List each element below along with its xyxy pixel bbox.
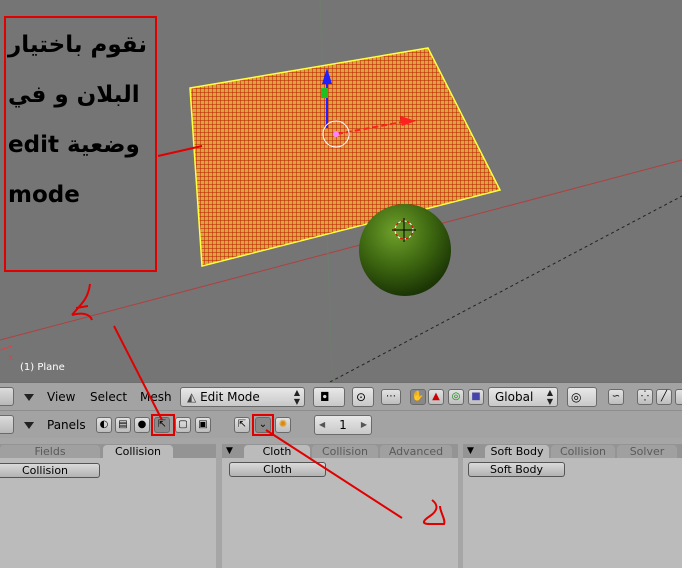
proportional-edit-icon[interactable]: ⋯: [381, 389, 401, 405]
particles-subcontext-icon[interactable]: ✺: [275, 417, 291, 433]
3d-viewport[interactable]: x (1) Plane نقوم باختيار البلان و في وضع…: [0, 0, 682, 382]
shading-context-icon[interactable]: ●: [134, 417, 150, 433]
collapse-menu-icon[interactable]: [24, 422, 34, 429]
orientation-label: Global: [495, 390, 534, 404]
tab-fields[interactable]: Fields: [0, 445, 100, 458]
layer-select[interactable]: ◎: [567, 387, 597, 407]
active-object-label: (1) Plane: [20, 362, 65, 373]
annotation-line-4: mode: [8, 182, 80, 208]
menu-select[interactable]: Select: [90, 390, 127, 404]
softbody-button[interactable]: Soft Body: [468, 462, 565, 477]
svg-text:x: x: [8, 353, 14, 363]
face-select-icon[interactable]: [675, 389, 682, 405]
edit-mode-icon: ◭: [187, 390, 197, 404]
menu-view[interactable]: View: [47, 390, 75, 404]
frame-value: 1: [339, 418, 347, 432]
panel-cloth: ▼ Cloth Collision Advanced Cloth: [222, 444, 458, 568]
tab-cloth[interactable]: Cloth: [244, 445, 310, 458]
annotation-text: نقوم باختيار البلان و في وضعية edit mode: [8, 20, 148, 220]
tab-collision[interactable]: Collision: [103, 445, 173, 458]
hand-manipulator-icon[interactable]: ✋: [410, 389, 426, 405]
axis-widget-icon: x: [0, 345, 14, 363]
pivot-select[interactable]: ⊙: [352, 387, 374, 407]
pivot-icon: ⊙: [356, 390, 367, 404]
object-subcontext-icon[interactable]: ⇱: [234, 417, 250, 433]
frame-field[interactable]: ◀ 1 ▶: [314, 415, 372, 435]
collapse-menu-icon[interactable]: [24, 394, 34, 401]
frame-decrement-icon[interactable]: ◀: [319, 416, 325, 434]
rotate-icon[interactable]: ◎: [448, 389, 464, 405]
sphere-object: [359, 204, 451, 296]
annotation-line-2: البلان و في: [8, 82, 140, 108]
frame-increment-icon[interactable]: ▶: [361, 416, 367, 434]
script-context-icon[interactable]: ▤: [115, 417, 131, 433]
buttons-panels-area: Fields Collision Collision ▼ Cloth Colli…: [0, 438, 682, 568]
scene-context-icon[interactable]: ▣: [195, 417, 211, 433]
cloth-button[interactable]: Cloth: [229, 462, 326, 477]
plane-mesh: [189, 47, 502, 267]
edge-select-icon[interactable]: ╱: [656, 389, 672, 405]
annotation-line-1: نقوم باختيار: [8, 32, 147, 58]
menu-mesh[interactable]: Mesh: [140, 390, 172, 404]
panel-tabbar: ▼ Cloth Collision Advanced: [222, 444, 458, 458]
collapse-triangle-icon[interactable]: ▼: [467, 446, 474, 456]
panel-tabbar: ▼ Soft Body Collision Solver: [463, 444, 682, 458]
tab-softbody-collision[interactable]: Collision: [551, 445, 615, 458]
panel-collision: Fields Collision Collision: [0, 444, 216, 568]
collision-button[interactable]: Collision: [0, 463, 100, 478]
editor-type-button[interactable]: [0, 415, 14, 434]
tab-cloth-advanced[interactable]: Advanced: [380, 445, 452, 458]
vertex-select-icon[interactable]: ⁛: [637, 389, 653, 405]
highlight-object-context: [151, 414, 175, 436]
tab-cloth-collision[interactable]: Collision: [312, 445, 378, 458]
editing-context-icon[interactable]: ▢: [175, 417, 191, 433]
logic-context-icon[interactable]: ◐: [96, 417, 112, 433]
updown-arrows-icon: ▲ ▼: [293, 388, 300, 406]
panel-softbody: ▼ Soft Body Collision Solver Soft Body: [463, 444, 682, 568]
draw-type-icon: ◘: [320, 390, 330, 404]
buttons-window-header: Panels ◐ ▤ ● ⇱ ▢ ▣ ⇱ ⌄ ✺ ◀ 1 ▶: [0, 410, 682, 439]
draw-type-select[interactable]: ◘: [313, 387, 345, 407]
scale-icon[interactable]: ■: [468, 389, 484, 405]
snap-icon[interactable]: ∽: [608, 389, 624, 405]
tab-softbody[interactable]: Soft Body: [485, 445, 549, 458]
layer-icon: ◎: [571, 390, 582, 404]
orientation-select[interactable]: Global ▲ ▼: [488, 387, 558, 407]
updown-arrows-icon: ▲ ▼: [546, 388, 553, 406]
panel-tabbar: Fields Collision: [0, 444, 216, 458]
mode-label: Edit Mode: [200, 390, 260, 404]
collapse-triangle-icon[interactable]: ▼: [226, 446, 233, 456]
translate-icon[interactable]: ▲: [428, 389, 444, 405]
viewport-header: View Select Mesh ◭ Edit Mode ▲ ▼ ◘ ⊙ ⋯ ✋ …: [0, 382, 682, 411]
highlight-physics-context: [252, 414, 274, 436]
annotation-line-3: وضعية edit: [8, 132, 140, 158]
mode-select[interactable]: ◭ Edit Mode ▲ ▼: [180, 387, 305, 407]
editor-type-button[interactable]: [0, 387, 14, 406]
tab-softbody-solver[interactable]: Solver: [617, 445, 677, 458]
panels-label: Panels: [47, 418, 86, 432]
